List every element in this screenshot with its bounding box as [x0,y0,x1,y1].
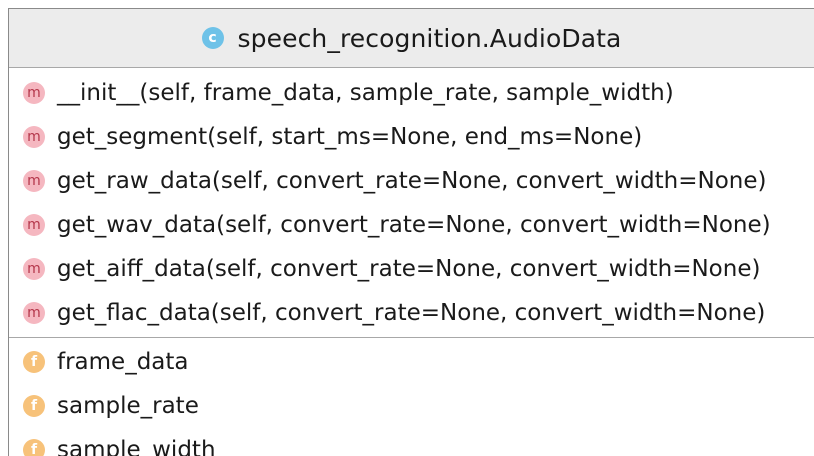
class-header: c speech_recognition.AudioData [9,9,814,68]
class-icon: c [201,27,224,49]
method-row: m get_segment(self, start_ms=None, end_m… [9,115,814,159]
field-icon: f [23,351,45,373]
methods-section: m __init__(self, frame_data, sample_rate… [9,68,814,338]
method-signature: get_raw_data(self, convert_rate=None, co… [57,168,767,194]
method-row: m get_aiff_data(self, convert_rate=None,… [9,247,814,291]
class-name: speech_recognition.AudioData [237,23,622,53]
method-signature: get_segment(self, start_ms=None, end_ms=… [57,124,643,150]
field-name: frame_data [57,349,189,375]
field-icon: f [23,439,45,456]
field-row: f sample_rate [9,384,814,428]
method-icon: m [23,82,45,104]
field-name: sample_width [57,437,216,456]
field-name: sample_rate [57,393,199,419]
field-icon: f [23,395,45,417]
method-icon: m [23,170,45,192]
field-row: f frame_data [9,340,814,384]
method-row: m __init__(self, frame_data, sample_rate… [9,71,814,115]
method-icon: m [23,302,45,324]
method-icon: m [23,126,45,148]
method-icon: m [23,258,45,280]
method-signature: get_wav_data(self, convert_rate=None, co… [57,212,771,238]
fields-section: f frame_data f sample_rate f sample_widt… [9,338,814,456]
method-signature: get_flac_data(self, convert_rate=None, c… [57,300,766,326]
field-row: f sample_width [9,428,814,456]
method-row: m get_wav_data(self, convert_rate=None, … [9,203,814,247]
method-signature: __init__(self, frame_data, sample_rate, … [57,80,674,106]
method-signature: get_aiff_data(self, convert_rate=None, c… [57,256,761,282]
method-row: m get_flac_data(self, convert_rate=None,… [9,291,814,335]
method-icon: m [23,214,45,236]
method-row: m get_raw_data(self, convert_rate=None, … [9,159,814,203]
uml-class-box: c speech_recognition.AudioData m __init_… [8,8,814,456]
